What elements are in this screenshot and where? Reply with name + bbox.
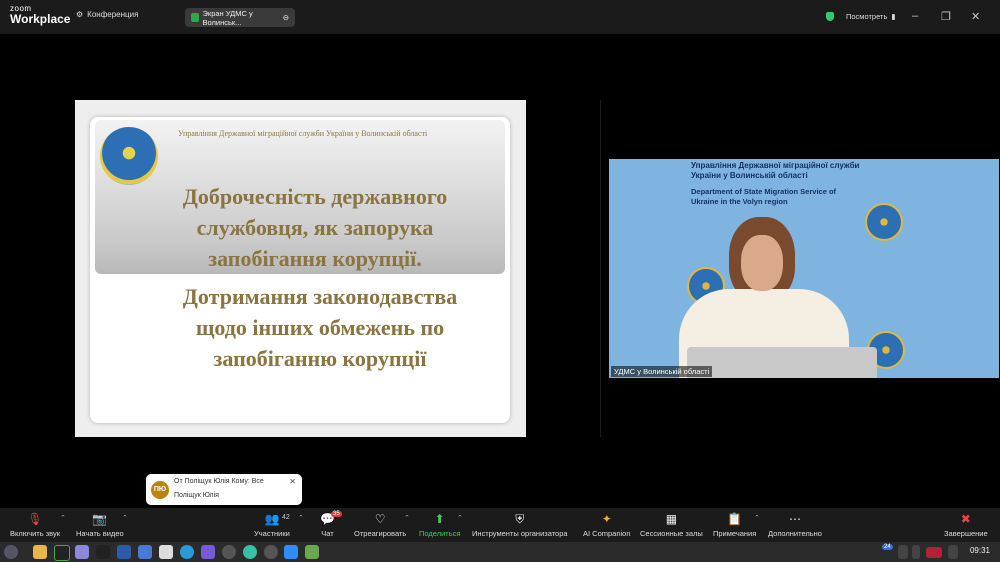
share-screen-icon: [191, 13, 199, 22]
gear-icon: ⚙: [76, 10, 84, 19]
network-icon[interactable]: [912, 545, 920, 559]
chevron-up-icon[interactable]: ⌃: [404, 514, 410, 522]
minimize-icon[interactable]: –: [912, 10, 918, 22]
stack-icon[interactable]: [305, 545, 319, 559]
participants-count: 42: [282, 514, 290, 521]
text-editor-icon[interactable]: [75, 545, 89, 559]
chevron-up-icon[interactable]: ⌃: [754, 514, 760, 522]
backdrop-dept-en: Department of State Migration Service of…: [691, 187, 837, 206]
split-divider[interactable]: [600, 100, 601, 437]
start-menu-icon[interactable]: [4, 545, 18, 559]
share-up-icon: ⬆: [434, 512, 445, 526]
participant-name-tag: УДМС у Волинській області: [611, 366, 713, 377]
document-icon[interactable]: [159, 545, 173, 559]
chevron-up-icon[interactable]: ⌃: [60, 514, 66, 522]
start-video-button[interactable]: 📷 Начать видео: [76, 508, 124, 542]
shared-slide: Управління Державної міграційної служби …: [75, 100, 526, 437]
heart-icon: ♡: [374, 512, 386, 526]
folder-icon[interactable]: [33, 545, 47, 559]
backdrop-dept-ua: Управління Державної міграційної служби …: [691, 161, 860, 180]
meeting-toolbar: 🎙 Включить звук ⌃ 📷 Начать видео ⌃ 👥 Уча…: [0, 508, 1000, 542]
paw-icon[interactable]: [264, 545, 278, 559]
mic-muted-icon: 🎙: [27, 512, 43, 526]
chat-sender: От Поліщук Юлія Кому: Все: [174, 478, 264, 485]
shield-icon: ⛨: [515, 512, 525, 526]
chevron-up-icon[interactable]: ⌃: [457, 514, 463, 522]
clock: 09:31: [969, 546, 990, 555]
end-meeting-button[interactable]: ✖ Завершение: [944, 508, 988, 542]
printer-icon[interactable]: [898, 545, 908, 559]
breakout-rooms-button[interactable]: ▦ Сессионные залы: [640, 508, 703, 542]
grid-icon: ▦: [665, 512, 678, 526]
slide-canvas: Управління Державної міграційної служби …: [90, 117, 510, 423]
notes-button[interactable]: 📋 Примечания: [713, 508, 756, 542]
unmute-button[interactable]: 🎙 Включить звук: [10, 508, 60, 542]
zoom-logo: zoom Workplace: [10, 4, 71, 26]
camera-off-icon: 📷: [92, 512, 108, 526]
react-button[interactable]: ♡ Отреагировать: [354, 508, 406, 542]
os-taskbar: 24 09:31: [0, 542, 1000, 562]
slide-body: Дотримання законодавства щодо інших обме…: [182, 284, 458, 371]
title-bar: zoom Workplace ⚙ Конференция Экран УДМС …: [0, 0, 1000, 34]
mail-icon[interactable]: [138, 545, 152, 559]
calculator-icon[interactable]: [117, 545, 131, 559]
restore-icon[interactable]: ❐: [941, 10, 951, 23]
console-icon[interactable]: [96, 545, 110, 559]
us-flag-icon[interactable]: [926, 547, 942, 558]
ai-companion-button[interactable]: ✦ AI Companion: [583, 508, 631, 542]
conference-menu[interactable]: ⚙ Конференция: [76, 10, 138, 19]
stop-share-icon[interactable]: ⊖: [283, 13, 289, 22]
chevron-up-icon[interactable]: ⌃: [122, 514, 128, 522]
host-tools-button[interactable]: ⛨ Инструменты организатора: [472, 508, 568, 542]
avatar: ПЮ: [151, 481, 169, 499]
sparkle-icon: ✦: [601, 512, 612, 526]
more-button[interactable]: ⋯ Дополнительно: [768, 508, 822, 542]
volume-icon[interactable]: [948, 545, 958, 559]
notes-icon: 📋: [727, 512, 743, 526]
slide-title: Доброчесність державного службовця, як з…: [182, 184, 448, 271]
chevron-up-icon[interactable]: ⌃: [298, 514, 304, 522]
migration-service-emblem-icon: [100, 127, 158, 185]
end-icon: ✖: [960, 512, 971, 526]
paw-icon[interactable]: [222, 545, 236, 559]
close-icon[interactable]: ✕: [971, 10, 980, 23]
participant-face: [741, 235, 783, 291]
edge-browser-icon[interactable]: [180, 545, 194, 559]
chat-badge: 35: [331, 511, 342, 517]
screen-share-tab[interactable]: Экран УДМС у Волинськ... ⊖: [185, 8, 295, 27]
more-icon: ⋯: [788, 512, 801, 526]
close-icon[interactable]: ✕: [289, 477, 296, 486]
chat-notification[interactable]: ПЮ От Поліщук Юлія Кому: Все Поліщук Юлі…: [146, 474, 302, 505]
terminal-icon[interactable]: [54, 545, 70, 561]
chat-message: Поліщук Юлія: [174, 492, 219, 499]
participant-video[interactable]: Управління Державної міграційної служби …: [609, 159, 999, 378]
app-icon[interactable]: [243, 545, 257, 559]
view-button[interactable]: Посмотреть ▮: [826, 12, 896, 21]
viber-icon[interactable]: [201, 545, 215, 559]
share-button[interactable]: ⬆ Поделиться: [419, 508, 460, 542]
slide-header: Управління Державної міграційної служби …: [178, 129, 428, 138]
notification-count: 24: [882, 544, 893, 550]
laptop: [687, 347, 877, 378]
zoom-icon[interactable]: [284, 545, 298, 559]
emblem-icon: [865, 203, 903, 241]
shield-icon: [826, 12, 834, 21]
participants-icon: 👥: [264, 512, 280, 526]
view-layout-icon: ▮: [891, 12, 896, 21]
